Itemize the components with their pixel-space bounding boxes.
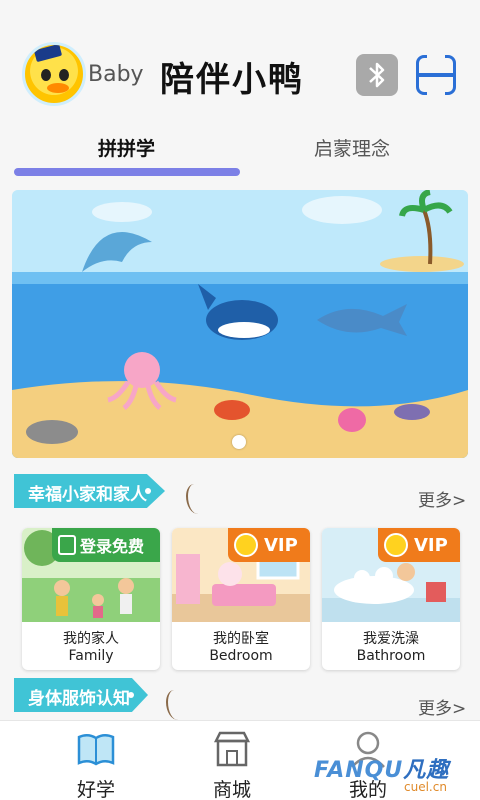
card-title-cn: 我的家人: [63, 631, 119, 647]
tab-pinpinxue[interactable]: 拼拼学: [98, 134, 155, 161]
card-bedroom[interactable]: VIP 我的卧室 Bedroom: [172, 528, 310, 670]
vip-badge: VIP: [228, 528, 310, 562]
tag-string-decoration: [166, 690, 186, 720]
badge-label: 登录免费: [80, 537, 145, 556]
nav-label: 商城: [212, 779, 251, 800]
vip-badge: VIP: [378, 528, 460, 562]
section-tag-body: 身体服饰认知: [14, 678, 148, 712]
card-family[interactable]: 登录免费 我的家人 Family: [22, 528, 160, 670]
coin-icon: [384, 533, 408, 557]
section-tag-label: 身体服饰认知: [28, 689, 130, 709]
person-icon: [58, 535, 76, 555]
nav-label: 好学: [76, 779, 115, 800]
card-title-cn: 我的卧室: [213, 631, 269, 647]
coin-icon: [234, 533, 258, 557]
card-title-en: Family: [68, 648, 114, 664]
baby-label: Baby: [88, 62, 144, 87]
card-title-cn: 我爱洗澡: [363, 631, 419, 647]
section-tag-family: 幸福小家和家人: [14, 474, 165, 508]
section-tag-label: 幸福小家和家人: [28, 485, 147, 505]
scan-button[interactable]: [416, 53, 456, 97]
ocean-illustration: [12, 190, 468, 458]
watermark-site: cuel.cn: [404, 780, 447, 794]
badge-label: VIP: [414, 534, 448, 556]
app-header: Baby 陪伴小鸭: [0, 0, 480, 120]
badge-label: VIP: [264, 534, 298, 556]
card-title-en: Bedroom: [209, 648, 273, 664]
bluetooth-button[interactable]: [356, 54, 398, 96]
duck-avatar[interactable]: [22, 42, 86, 106]
bluetooth-icon: [369, 62, 385, 88]
more-link-family[interactable]: 更多>: [418, 486, 466, 511]
tag-string-decoration: [186, 484, 206, 514]
ocean-banner[interactable]: [12, 190, 468, 458]
tab-bar: 拼拼学 启蒙理念: [0, 128, 480, 180]
card-bathroom[interactable]: VIP 我爱洗澡 Bathroom: [322, 528, 460, 670]
tab-qimeng-linian[interactable]: 启蒙理念: [314, 134, 390, 161]
active-tab-indicator: [14, 168, 240, 176]
store-icon: [213, 731, 251, 767]
book-icon: [77, 734, 115, 766]
nav-item-haoxue[interactable]: 好学: [36, 721, 156, 800]
nav-item-shangcheng[interactable]: 商城: [172, 721, 292, 800]
card-title-en: Bathroom: [356, 648, 426, 664]
more-link-body[interactable]: 更多>: [418, 694, 466, 719]
login-free-badge: 登录免费: [52, 528, 160, 562]
app-title: 陪伴小鸭: [160, 60, 304, 100]
carousel-dot[interactable]: [232, 435, 246, 449]
